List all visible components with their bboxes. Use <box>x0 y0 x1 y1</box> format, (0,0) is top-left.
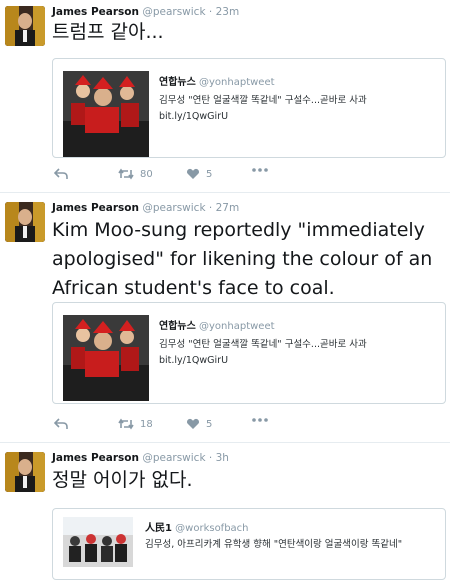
card-thumbnail <box>63 517 133 567</box>
tweet-text: 트럼프 같아... <box>52 21 164 43</box>
divider <box>0 192 450 193</box>
author-handle[interactable]: @pearswick <box>142 452 205 464</box>
card-text: 김무성 "연탄 얼굴색깔 똑같네" 구설수...곧바로 사과 bit.ly/1Q… <box>159 93 434 125</box>
like-icon <box>186 168 200 179</box>
card-link[interactable]: bit.ly/1QwGirU <box>159 109 434 125</box>
retweet-icon <box>118 168 134 180</box>
avatar[interactable] <box>5 202 45 242</box>
card-author-name[interactable]: 연합뉴스 <box>159 321 196 332</box>
more-button[interactable] <box>252 168 268 172</box>
timestamp[interactable]: 3h <box>216 452 229 464</box>
card-author-handle[interactable]: @worksofbach <box>175 523 248 534</box>
card-author-handle[interactable]: @yonhaptweet <box>199 321 275 332</box>
author-name[interactable]: James Pearson <box>52 452 139 464</box>
card-link[interactable]: bit.ly/1QwGirU <box>159 353 434 369</box>
card-author-name[interactable]: 연합뉴스 <box>159 77 196 88</box>
tweet[interactable]: James Pearson @pearswick · 3h 정말 어이가 없다.… <box>0 446 450 580</box>
timestamp[interactable]: 23m <box>216 6 240 18</box>
card-thumbnail <box>63 71 149 157</box>
author-handle[interactable]: @pearswick <box>142 6 205 18</box>
quoted-tweet-card[interactable]: 연합뉴스 @yonhaptweet 김무성 "연탄 얼굴색깔 똑같네" 구설수.… <box>52 302 446 404</box>
tweet-text: Kim Moo-sung reportedly "immediately apo… <box>52 219 433 299</box>
card-text-body: 김무성, 아프리카계 유학생 향해 "연탄색이랑 얼굴색이랑 똑같네" <box>145 539 403 550</box>
card-author-handle[interactable]: @yonhaptweet <box>199 77 275 88</box>
like-button[interactable]: 5 <box>186 418 212 430</box>
author-name[interactable]: James Pearson <box>52 6 139 18</box>
reply-button[interactable] <box>54 168 68 180</box>
card-text: 김무성 "연탄 얼굴색깔 똑같네" 구설수...곧바로 사과 bit.ly/1Q… <box>159 337 434 369</box>
card-header: 연합뉴스 @yonhaptweet <box>159 317 275 332</box>
like-icon <box>186 418 200 429</box>
retweet-count: 18 <box>140 418 153 430</box>
tweet-header: James Pearson @pearswick · 23m <box>52 6 240 18</box>
tweet[interactable]: James Pearson @pearswick · 23m 트럼프 같아...… <box>0 0 450 190</box>
tweet[interactable]: James Pearson @pearswick · 27m Kim Moo-s… <box>0 196 450 440</box>
reply-button[interactable] <box>54 418 68 430</box>
author-handle[interactable]: @pearswick <box>142 202 205 214</box>
card-text: 김무성, 아프리카계 유학생 향해 "연탄색이랑 얼굴색이랑 똑같네" <box>145 537 435 553</box>
like-count: 5 <box>206 418 213 430</box>
reply-icon <box>54 168 68 179</box>
tweet-text: 정말 어이가 없다. <box>52 469 193 491</box>
tweet-header: James Pearson @pearswick · 27m <box>52 202 240 214</box>
retweet-icon <box>118 418 134 430</box>
card-thumbnail <box>63 315 149 401</box>
tweet-header: James Pearson @pearswick · 3h <box>52 452 229 464</box>
card-text-body: 김무성 "연탄 얼굴색깔 똑같네" 구설수...곧바로 사과 <box>159 339 367 350</box>
more-icon <box>252 418 268 422</box>
card-header: 人民1 @worksofbach <box>145 519 249 534</box>
more-button[interactable] <box>252 418 268 422</box>
like-count: 5 <box>206 168 213 180</box>
retweet-button[interactable]: 18 <box>118 418 153 430</box>
avatar[interactable] <box>5 6 45 46</box>
card-header: 연합뉴스 @yonhaptweet <box>159 73 275 88</box>
tweet-actions: 80 5 <box>52 168 442 182</box>
divider <box>0 442 450 443</box>
retweet-count: 80 <box>140 168 153 180</box>
card-text-body: 김무성 "연탄 얼굴색깔 똑같네" 구설수...곧바로 사과 <box>159 95 367 106</box>
tweet-actions: 18 5 <box>52 418 442 432</box>
more-icon <box>252 168 268 172</box>
quoted-tweet-card[interactable]: 人民1 @worksofbach 김무성, 아프리카계 유학생 향해 "연탄색이… <box>52 508 446 580</box>
card-author-name[interactable]: 人民1 <box>145 523 172 534</box>
author-name[interactable]: James Pearson <box>52 202 139 214</box>
quoted-tweet-card[interactable]: 연합뉴스 @yonhaptweet 김무성 "연탄 얼굴색깔 똑같네" 구설수.… <box>52 58 446 158</box>
like-button[interactable]: 5 <box>186 168 212 180</box>
retweet-button[interactable]: 80 <box>118 168 153 180</box>
avatar[interactable] <box>5 452 45 492</box>
timestamp[interactable]: 27m <box>216 202 240 214</box>
reply-icon <box>54 418 68 429</box>
